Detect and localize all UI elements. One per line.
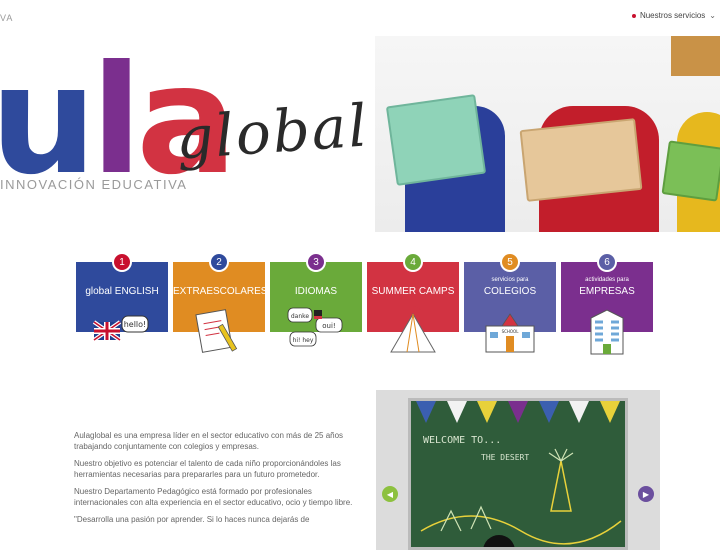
card-number-badge: 1: [112, 252, 132, 272]
uk-flag-hello-icon: hello!: [92, 306, 152, 358]
hero-photo-superhero-kids: [375, 36, 720, 232]
card-empresas[interactable]: 6 actividades para EMPRESAS: [561, 252, 653, 355]
card-title: global ENGLISH: [85, 286, 159, 297]
office-building-icon: [577, 306, 637, 358]
card-title: EXTRAESCOLARES: [173, 286, 268, 297]
aulaglobal-logo[interactable]: ula global INNOVACIÓN EDUCATIVA: [0, 36, 380, 232]
about-paragraph-4: "Desarrolla una pasión por aprender. Si …: [74, 515, 310, 524]
card-extraescolares[interactable]: 2 EXTRAESCOLARES: [173, 252, 268, 353]
chevron-down-icon: ⌄: [709, 11, 716, 20]
services-cards: 1 global ENGLISH hello! 2 EXTRAESCOLARES: [76, 250, 656, 360]
card-colegios[interactable]: 5 servicios para COLEGIOS SCHOOL: [464, 252, 556, 353]
about-paragraph-1: Aulaglobal es una empresa líder en el se…: [74, 431, 344, 451]
card-title: SUMMER CAMPS: [371, 286, 455, 297]
logo-script-global: global: [173, 91, 371, 173]
card-number: 5: [502, 254, 518, 270]
card-number-badge: 2: [209, 252, 229, 272]
card-number: 1: [114, 254, 130, 270]
card-number: 4: [405, 254, 421, 270]
page: VA Nuestros servicios ⌄ ula global INNOV…: [0, 0, 720, 550]
kid-3: [661, 36, 720, 232]
image-slider: WELCOME TO... THE DESERT ◀ ▶: [376, 390, 660, 550]
slider-prev-button[interactable]: ◀: [382, 486, 398, 502]
logo-tagline: INNOVACIÓN EDUCATIVA: [0, 177, 188, 192]
about-section: Aulaglobal es una empresa líder en el se…: [74, 430, 360, 531]
about-paragraph-3: Nuestro Departamento Pedagógico está for…: [74, 487, 353, 507]
card-idiomas[interactable]: 3 IDIOMAS danke oui! hi! hey: [270, 252, 362, 347]
services-menu[interactable]: Nuestros servicios ⌄: [631, 11, 716, 20]
about-paragraph-2: Nuestro objetivo es potenciar el talento…: [74, 459, 341, 479]
svg-text:oui!: oui!: [322, 322, 335, 330]
card-number-badge: 4: [403, 252, 423, 272]
kid-1: [385, 36, 515, 232]
svg-text:SCHOOL: SCHOOL: [502, 329, 520, 334]
kid-2: [519, 36, 665, 232]
card-title: EMPRESAS: [579, 286, 635, 297]
top-left-text: VA: [0, 13, 14, 23]
card-number-badge: 6: [597, 252, 617, 272]
tent-icon: [383, 306, 443, 358]
card-number: 3: [308, 254, 324, 270]
chalk-drawing: [420, 448, 622, 547]
speech-bubbles-icon: danke oui! hi! hey: [286, 306, 346, 358]
card-number-badge: 5: [500, 252, 520, 272]
card-number: 2: [211, 254, 227, 270]
school-building-icon: SCHOOL: [480, 306, 540, 358]
card-title: COLEGIOS: [483, 286, 537, 297]
notebook-pencil-icon: [189, 306, 249, 358]
hero-banner: ula global INNOVACIÓN EDUCATIVA: [0, 36, 720, 232]
card-title: IDIOMAS: [294, 286, 338, 297]
card-number: 6: [599, 254, 615, 270]
services-menu-label: Nuestros servicios: [639, 11, 706, 20]
card-summer-camps[interactable]: 4 SUMMER CAMPS: [367, 252, 459, 353]
bullet-dot-icon: [631, 13, 636, 18]
card-global-english[interactable]: 1 global ENGLISH hello!: [76, 252, 168, 342]
svg-text:hello!: hello!: [124, 320, 147, 329]
slider-next-button[interactable]: ▶: [638, 486, 654, 502]
svg-text:hi! hey: hi! hey: [293, 337, 314, 344]
card-number-badge: 3: [306, 252, 326, 272]
top-bar: VA Nuestros servicios ⌄: [0, 0, 720, 36]
svg-text:danke: danke: [291, 313, 310, 320]
card-subtitle: actividades para: [585, 277, 629, 283]
chalkboard-photo: WELCOME TO... THE DESERT: [408, 398, 628, 550]
card-subtitle: servicios para: [491, 277, 529, 283]
